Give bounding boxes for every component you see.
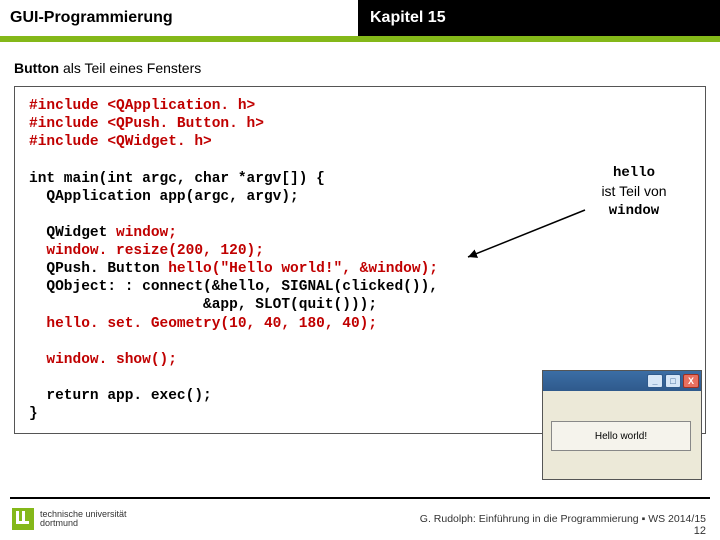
subtitle-bold: Button	[14, 60, 59, 76]
code-window-resize: window. resize(200, 120);	[29, 242, 691, 260]
code-blank-3	[29, 333, 691, 351]
footer-divider	[10, 497, 710, 499]
slide-header: GUI-Programmierung Kapitel 15	[0, 0, 720, 36]
close-icon: X	[683, 374, 699, 388]
tu-logo-mark	[12, 508, 34, 530]
mock-titlebar: _ □ X	[543, 371, 701, 391]
footer-credit: G. Rudolph: Einführung in die Programmie…	[420, 513, 706, 525]
slide-subtitle: Button als Teil eines Fensters	[14, 60, 720, 76]
mock-client-area: Hello world!	[543, 391, 701, 481]
slide-footer: technische universitätdortmund G. Rudolp…	[0, 500, 720, 538]
code-setgeometry: hello. set. Geometry(10, 40, 180, 40);	[29, 315, 691, 333]
code-button-decl: QPush. Button hello("Hello world!", &win…	[29, 260, 691, 278]
code-include-1: #include <QApplication. h>	[29, 97, 691, 115]
subtitle-rest: als Teil eines Fensters	[59, 60, 201, 76]
accent-bar	[0, 36, 720, 42]
annotation-text: ist Teil von	[601, 183, 666, 199]
annotation-box: hello ist Teil von window	[574, 162, 694, 221]
code-include-2: #include <QPush. Button. h>	[29, 115, 691, 133]
minimize-icon: _	[647, 374, 663, 388]
code-window-decl: QWidget window;	[29, 224, 691, 242]
annotation-hello: hello	[613, 165, 655, 181]
arrow-icon	[460, 205, 590, 265]
page-number: 12	[694, 525, 706, 537]
header-left-title: GUI-Programmierung	[0, 0, 358, 36]
code-connect-2: &app, SLOT(quit()));	[29, 296, 691, 314]
tu-logo-text: technische universitätdortmund	[40, 510, 127, 529]
annotation-window: window	[609, 203, 659, 219]
mock-hello-button: Hello world!	[551, 421, 691, 451]
code-include-3: #include <QWidget. h>	[29, 133, 691, 151]
code-window-show: window. show();	[29, 351, 691, 369]
maximize-icon: □	[665, 374, 681, 388]
code-connect-1: QObject: : connect(&hello, SIGNAL(clicke…	[29, 278, 691, 296]
tu-logo: technische universitätdortmund	[12, 508, 127, 530]
header-right-chapter: Kapitel 15	[358, 0, 720, 36]
window-mockup: _ □ X Hello world!	[542, 370, 702, 480]
